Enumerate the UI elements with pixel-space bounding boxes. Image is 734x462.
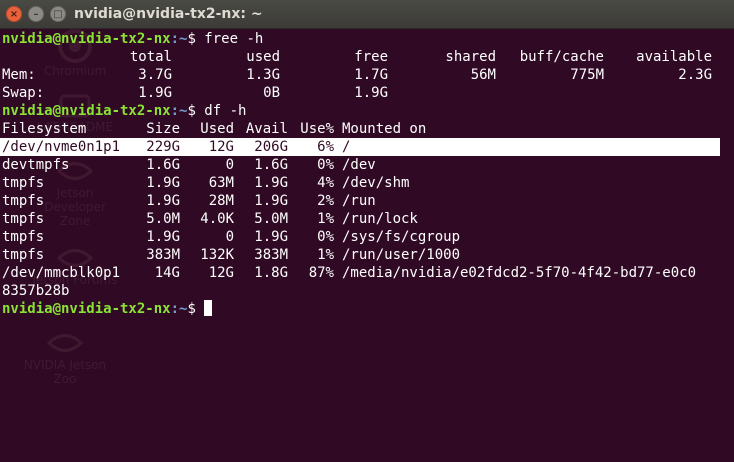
free-header-row: total used free shared buff/cache availa… — [2, 48, 722, 66]
df-cell: 0% — [317, 157, 334, 173]
df-row: tmpfs 1.9G 0 1.9G 0% /sys/fs/cgroup — [2, 228, 722, 246]
free-cell: 2.3G — [678, 67, 712, 83]
df-cell: 87% — [308, 265, 334, 281]
df-cell: 4% — [317, 175, 334, 191]
prompt-user-host: nvidia@nvidia-tx2-nx — [2, 301, 171, 317]
prompt-user-host: nvidia@nvidia-tx2-nx — [2, 103, 171, 119]
prompt-path: :~ — [170, 301, 188, 317]
df-header-cell: Mounted on — [342, 121, 427, 137]
terminal-window: × – □ nvidia@nvidia-tx2-nx: ~ Chromium L… — [0, 0, 734, 462]
prompt-user-host: nvidia@nvidia-tx2-nx — [2, 31, 171, 47]
prompt-symbol: $ — [187, 103, 196, 119]
free-header-cell: available — [636, 49, 712, 65]
df-row: devtmpfs 1.6G 0 1.6G 0% /dev — [2, 156, 722, 174]
prompt-line: nvidia@nvidia-tx2-nx:~$ df -h — [2, 102, 246, 120]
command-text: df -h — [195, 103, 247, 119]
text-cursor — [204, 300, 213, 316]
prompt-path: :~ — [170, 31, 188, 47]
window-title: nvidia@nvidia-tx2-nx: ~ — [74, 6, 263, 22]
df-row: tmpfs 1.9G 63M 1.9G 4% /dev/shm — [2, 174, 722, 192]
prompt-path: :~ — [170, 103, 188, 119]
df-row: tmpfs 383M 132K 383M 1% /run/user/1000 — [2, 246, 722, 264]
df-cell: /run/user/1000 — [342, 247, 461, 263]
df-cell: 1% — [317, 247, 334, 263]
df-row: tmpfs 1.9G 28M 1.9G 2% /run — [2, 192, 722, 210]
df-cell: /run — [342, 193, 376, 209]
command-input[interactable] — [196, 301, 204, 317]
df-cell: 2% — [317, 193, 334, 209]
title-bar[interactable]: × – □ nvidia@nvidia-tx2-nx: ~ — [0, 0, 734, 29]
df-cell: /dev — [342, 157, 376, 173]
df-row-wrapped-tail: 8357b28b — [2, 283, 70, 299]
minimize-window-button[interactable]: – — [28, 6, 44, 22]
df-row: /dev/mmcblk0p1 14G 12G 1.8G 87% /media/n… — [2, 264, 722, 282]
close-window-button[interactable]: × — [6, 6, 22, 22]
df-cell: /media/nvidia/e02fdcd2-5f70-4f42-bd77-e0… — [342, 265, 697, 281]
df-header-row: Filesystem Size Used Avail Use% Mounted … — [2, 120, 722, 138]
df-row-selected[interactable]: /dev/nvme0n1p1 229G 12G 206G 6% / — [0, 138, 720, 156]
free-row-mem: Mem: 3.7G 1.3G 1.7G 56M 775M 2.3G — [2, 66, 722, 84]
prompt-line: nvidia@nvidia-tx2-nx:~$ free -h — [2, 30, 263, 48]
maximize-window-button[interactable]: □ — [50, 6, 66, 22]
df-cell: /dev/shm — [342, 175, 410, 191]
prompt-symbol: $ — [187, 31, 196, 47]
df-cell: 1% — [317, 211, 334, 227]
df-cell: / — [342, 139, 351, 155]
free-cell: 1.9G — [354, 85, 388, 101]
prompt-symbol: $ — [187, 301, 196, 317]
terminal-output[interactable]: nvidia@nvidia-tx2-nx:~$ free -h total us… — [0, 28, 734, 462]
df-row: tmpfs 5.0M 4.0K 5.0M 1% /run/lock — [2, 210, 722, 228]
df-cell: 6% — [317, 139, 334, 155]
df-cell: /sys/fs/cgroup — [342, 229, 461, 245]
free-row-swap: Swap: 1.9G 0B 1.9G — [2, 84, 722, 102]
df-header-cell: Use% — [300, 121, 334, 137]
prompt-line-current[interactable]: nvidia@nvidia-tx2-nx:~$ — [2, 300, 213, 318]
command-text: free -h — [195, 31, 264, 47]
df-cell: 0% — [317, 229, 334, 245]
df-cell: /run/lock — [342, 211, 418, 227]
